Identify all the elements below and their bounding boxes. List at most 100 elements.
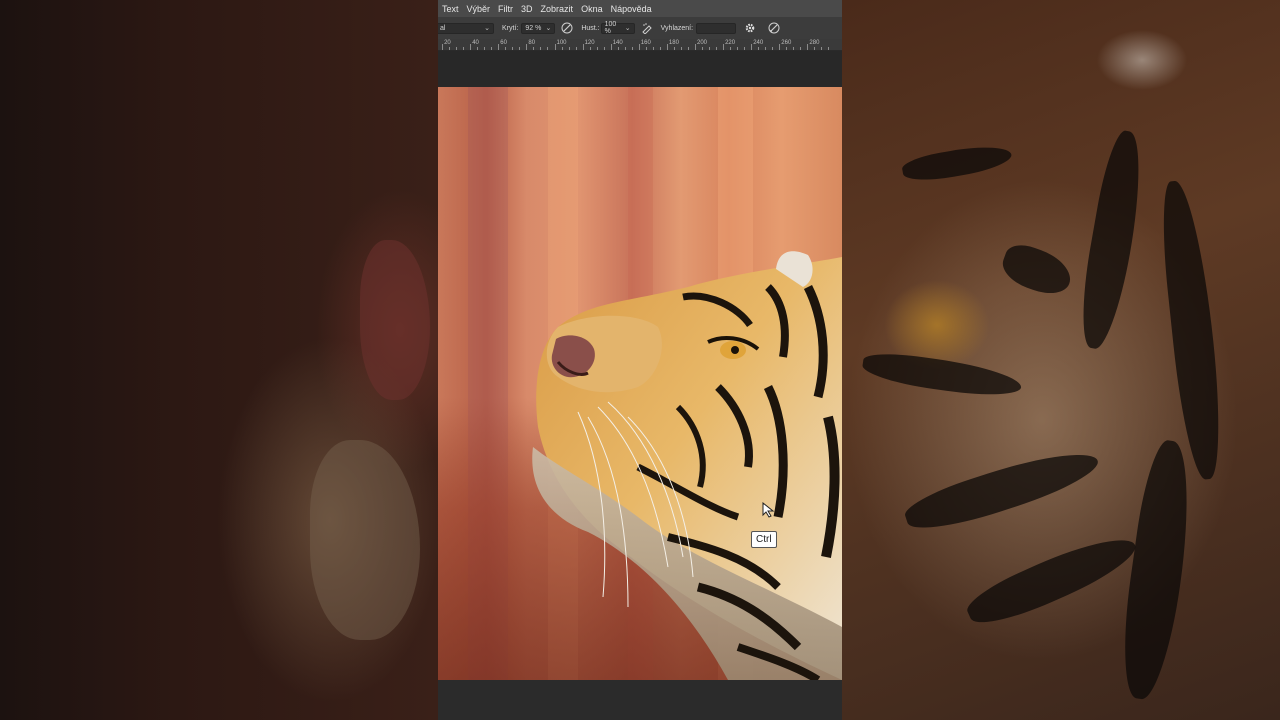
pressure-size-icon[interactable] [768, 22, 780, 34]
ruler-minor-tick [793, 47, 795, 50]
opacity-label: Krytí: [502, 24, 519, 32]
ruler-minor-tick [680, 47, 682, 50]
ruler-tick [470, 44, 472, 50]
ruler-minor-tick [540, 47, 542, 50]
ruler-minor-tick [744, 47, 746, 50]
ruler-minor-tick [624, 47, 626, 50]
blurred-nose-shape [360, 240, 430, 400]
chevron-down-icon: ⌄ [484, 25, 490, 32]
ruler-minor-tick [673, 47, 675, 50]
ruler-tick [666, 44, 668, 50]
blurred-stripe [1114, 437, 1200, 703]
opacity-value: 92 % [525, 24, 542, 32]
menu-3d[interactable]: 3D [521, 4, 533, 14]
ruler-minor-tick [659, 47, 661, 50]
ruler-minor-tick [709, 47, 711, 50]
blurred-stripe [900, 140, 1014, 186]
menu-window[interactable]: Okna [581, 4, 603, 14]
ruler-minor-tick [477, 47, 479, 50]
ruler-tick-label: 280 [809, 40, 820, 46]
ruler-tick [638, 44, 640, 50]
ruler-tick-label: 100 [556, 40, 567, 46]
ruler-tick-label: 160 [640, 40, 651, 46]
blurred-background-right [842, 0, 1280, 720]
ruler-tick-label: 20 [444, 40, 451, 46]
tiger-painting [532, 251, 842, 680]
ruler-minor-tick [589, 47, 591, 50]
ruler-minor-tick [716, 47, 718, 50]
blend-mode-dropdown[interactable]: al ⌄ [438, 22, 494, 34]
pressure-opacity-icon[interactable] [561, 22, 573, 34]
ruler-tick [779, 44, 781, 50]
ruler-tick-label: 240 [753, 40, 764, 46]
menu-select[interactable]: Výběr [467, 4, 491, 14]
ruler-minor-tick [645, 47, 647, 50]
flow-label: Hust.: [581, 24, 600, 32]
flow-field[interactable]: 100 % ⌄ [600, 21, 635, 35]
opacity-field[interactable]: 92 % ⌄ [521, 22, 556, 34]
smoothing-label: Vyhlazení: [660, 24, 694, 32]
ruler-minor-tick [765, 47, 767, 50]
ruler-minor-tick [730, 47, 732, 50]
menu-view[interactable]: Zobrazit [541, 4, 574, 14]
ruler-tick-label: 220 [725, 40, 736, 46]
ruler-minor-tick [786, 47, 788, 50]
ruler-minor-tick [772, 47, 774, 50]
ruler-minor-tick [505, 47, 507, 50]
menu-bar: Text Výběr Filtr 3D Zobrazit Okna Nápově… [438, 0, 842, 17]
document-canvas[interactable] [438, 87, 842, 680]
ruler-tick [442, 44, 444, 50]
ruler-minor-tick [631, 47, 633, 50]
ruler-tick [695, 44, 696, 50]
photoshop-window: Text Výběr Filtr 3D Zobrazit Okna Nápově… [438, 0, 842, 720]
gear-icon[interactable] [744, 22, 756, 34]
key-hint-badge: Ctrl [751, 531, 777, 548]
ruler-minor-tick [800, 47, 802, 50]
ruler-tick [498, 44, 500, 50]
ruler-minor-tick [512, 47, 514, 50]
chevron-down-icon: ⌄ [545, 25, 552, 32]
ruler-minor-tick [449, 47, 451, 50]
ruler-tick-label: 140 [612, 40, 623, 46]
ruler-tick [807, 44, 809, 50]
blurred-chin-shape [310, 440, 420, 640]
ruler-minor-tick [821, 47, 823, 50]
menu-filter[interactable]: Filtr [498, 4, 513, 14]
blurred-stripe [961, 525, 1143, 635]
blurred-stripe [900, 440, 1104, 540]
ruler-minor-tick [652, 47, 654, 50]
ruler-minor-tick [758, 47, 760, 50]
ruler-tick-label: 40 [472, 40, 479, 46]
workspace-bottom [438, 680, 842, 720]
airbrush-icon[interactable] [641, 22, 653, 34]
ruler-minor-tick [491, 47, 493, 50]
ruler-tick [751, 44, 753, 50]
chevron-down-icon: ⌄ [624, 25, 631, 32]
arrow-cursor-icon [762, 502, 775, 518]
blurred-stripe [1156, 178, 1228, 482]
smoothing-field[interactable] [696, 22, 737, 34]
options-bar: al ⌄ Krytí: 92 % ⌄ Hust.: 100 % ⌄ Vyhlaz… [438, 17, 842, 39]
ruler-tick-label: 180 [668, 40, 679, 46]
ruler-minor-tick [463, 47, 465, 50]
ruler-minor-tick [519, 47, 521, 50]
ruler-minor-tick [561, 47, 563, 50]
ruler-tick-label: 60 [500, 40, 507, 46]
ruler-tick [582, 44, 584, 50]
ruler-minor-tick [687, 47, 689, 50]
blurred-stripe [997, 239, 1077, 301]
menu-text[interactable]: Text [442, 4, 459, 14]
ruler-minor-tick [533, 47, 535, 50]
ruler-tick [723, 44, 725, 50]
ruler-minor-tick [617, 47, 619, 50]
menu-help[interactable]: Nápověda [611, 4, 652, 14]
ruler-minor-tick [568, 47, 570, 50]
ruler-tick [554, 44, 556, 50]
ruler-minor-tick [484, 47, 486, 50]
ruler-minor-tick [814, 47, 816, 50]
ruler-tick [526, 44, 528, 50]
horizontal-ruler: 020406080100120140160180200220240260280 [438, 39, 842, 51]
ruler-tick-label: 260 [781, 40, 792, 46]
ruler-minor-tick [575, 47, 577, 50]
ruler-minor-tick [547, 47, 549, 50]
